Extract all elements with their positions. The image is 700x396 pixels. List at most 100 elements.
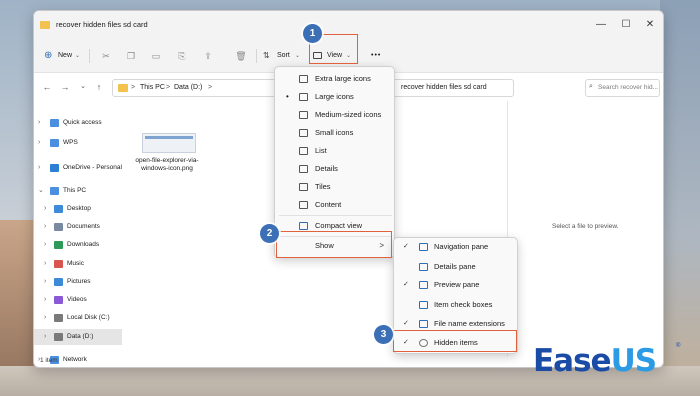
tiles-icon	[299, 183, 308, 191]
menu-item-content[interactable]: Content	[279, 196, 392, 214]
menu-item-item-check-boxes[interactable]: Item check boxes	[398, 296, 515, 314]
search-placeholder: Search recover hid...	[598, 84, 658, 91]
easeus-logo: EaseUS	[533, 343, 657, 379]
menu-item-navigation-pane[interactable]: ✓ Navigation pane	[398, 238, 515, 256]
breadcrumb-this-pc[interactable]: This PC	[140, 84, 165, 91]
new-button[interactable]: ⊕ New ⌄	[42, 48, 82, 64]
sidebar-item-desktop[interactable]: › Desktop	[34, 201, 122, 217]
navigation-pane-icon	[419, 243, 428, 251]
breadcrumb-current-folder[interactable]: recover hidden files sd card	[401, 84, 487, 91]
sidebar-item-this-pc[interactable]: ⌄ This PC	[34, 183, 122, 199]
menu-item-small-icons[interactable]: Small icons	[279, 124, 392, 142]
sidebar-item-local-disk-c[interactable]: › Local Disk (C:)	[34, 310, 122, 326]
small-grid-icon	[299, 129, 308, 137]
sidebar-item-label: OneDrive - Personal	[63, 164, 122, 171]
breadcrumb-separator: >	[166, 84, 171, 91]
monitor-icon	[299, 75, 308, 83]
sidebar-item-pictures[interactable]: › Pictures	[34, 274, 122, 290]
maximize-button[interactable]: ☐	[614, 17, 638, 33]
documents-icon	[54, 223, 63, 231]
menu-item-list[interactable]: List	[279, 142, 392, 160]
status-item-count: 1 item	[40, 357, 58, 364]
thumbnail-preview-bar	[145, 136, 193, 139]
menu-item-preview-pane[interactable]: ✓ Preview pane	[398, 276, 515, 294]
logo-text-us: US	[610, 343, 657, 379]
menu-item-large-icons[interactable]: • Large icons	[279, 88, 392, 106]
window-title: recover hidden files sd card	[56, 20, 148, 29]
menu-item-details-pane[interactable]: Details pane	[398, 258, 515, 276]
desktop-icon	[54, 205, 63, 213]
cut-icon[interactable]: ✂	[98, 48, 114, 64]
menu-item-extra-large-icons[interactable]: Extra large icons	[279, 70, 392, 88]
sidebar-item-videos[interactable]: › Videos	[34, 292, 122, 308]
sidebar-item-label: Quick access	[63, 119, 102, 126]
list-icon	[299, 147, 308, 155]
chevron-right-icon: ›	[44, 333, 47, 340]
menu-item-medium-icons[interactable]: Medium-sized icons	[279, 106, 392, 124]
sidebar-item-label: Downloads	[67, 241, 100, 248]
chevron-right-icon: ›	[44, 223, 47, 230]
preview-pane-icon	[419, 281, 428, 289]
rename-icon[interactable]: ⎘	[174, 48, 190, 64]
recent-chevron-icon[interactable]: ⌄	[76, 80, 90, 94]
check-icon: ✓	[403, 243, 409, 250]
compact-view-icon	[299, 222, 308, 230]
minimize-button[interactable]: —	[589, 17, 613, 33]
back-arrow-icon[interactable]: ←	[40, 80, 54, 94]
more-options-button[interactable]: •••	[371, 48, 381, 64]
details-pane-icon	[419, 263, 428, 271]
drive-icon	[54, 314, 63, 322]
sidebar-item-documents[interactable]: › Documents	[34, 219, 122, 235]
chevron-right-icon: ›	[38, 139, 41, 146]
selected-bullet-icon: •	[286, 92, 289, 101]
file-extension-icon	[419, 320, 428, 328]
menu-item-details[interactable]: Details	[279, 160, 392, 178]
sidebar-item-data-d[interactable]: › Data (D:)	[34, 329, 122, 345]
logo-text-ease: Ease	[533, 343, 612, 379]
toolbar-divider	[89, 49, 90, 63]
sidebar-item-label: Local Disk (C:)	[67, 314, 110, 321]
up-arrow-icon[interactable]: ↑	[92, 80, 106, 94]
plus-icon: ⊕	[44, 50, 53, 61]
download-icon	[54, 241, 63, 249]
monitor-icon	[299, 93, 308, 101]
forward-arrow-icon[interactable]: →	[58, 80, 72, 94]
sidebar-item-label: Videos	[67, 296, 87, 303]
sidebar-item-downloads[interactable]: › Downloads	[34, 237, 122, 253]
sidebar-item-onedrive[interactable]: › OneDrive - Personal	[34, 160, 122, 176]
chevron-right-icon: ›	[38, 164, 41, 171]
view-dropdown-menu: Extra large icons • Large icons Medium-s…	[274, 66, 395, 258]
cloud-icon	[50, 164, 59, 172]
share-icon[interactable]: ⇪	[200, 48, 216, 64]
folder-icon	[40, 21, 50, 29]
file-thumbnail[interactable]	[142, 133, 196, 153]
sidebar-item-label: Documents	[67, 223, 100, 230]
chevron-right-icon: ›	[44, 241, 47, 248]
breadcrumb-separator: >	[208, 84, 213, 91]
search-input[interactable]: ⌕ Search recover hid...	[585, 79, 660, 97]
preview-pane-message: Select a file to preview.	[552, 223, 619, 230]
checkbox-icon	[419, 301, 428, 309]
close-button[interactable]: ✕	[638, 17, 662, 33]
step-badge-3: 3	[374, 325, 393, 344]
sidebar-item-label: Data (D:)	[67, 333, 94, 340]
chevron-right-icon: ›	[44, 314, 47, 321]
desktop-wallpaper-right	[660, 0, 700, 396]
sort-button[interactable]: ⇅ Sort ⌄	[263, 48, 303, 64]
file-name-label[interactable]: open-file-explorer-via-windows-icon.png	[132, 157, 202, 173]
chevron-right-icon: ›	[44, 260, 47, 267]
sidebar-item-wps[interactable]: › WPS	[34, 135, 122, 151]
show-item-highlight	[276, 231, 392, 258]
sidebar-item-quick-access[interactable]: › Quick access	[34, 115, 122, 131]
music-icon	[54, 260, 63, 268]
paste-icon[interactable]: ▭	[148, 48, 164, 64]
sidebar-item-music[interactable]: › Music	[34, 256, 122, 272]
copy-icon[interactable]: ❐	[123, 48, 139, 64]
details-icon	[299, 165, 308, 173]
videos-icon	[54, 296, 63, 304]
delete-icon[interactable]: 🗑	[233, 48, 249, 64]
breadcrumb-data-d[interactable]: Data (D:)	[174, 84, 202, 91]
menu-item-tiles[interactable]: Tiles	[279, 178, 392, 196]
star-icon	[50, 119, 59, 127]
chevron-down-icon: ⌄	[295, 53, 301, 59]
